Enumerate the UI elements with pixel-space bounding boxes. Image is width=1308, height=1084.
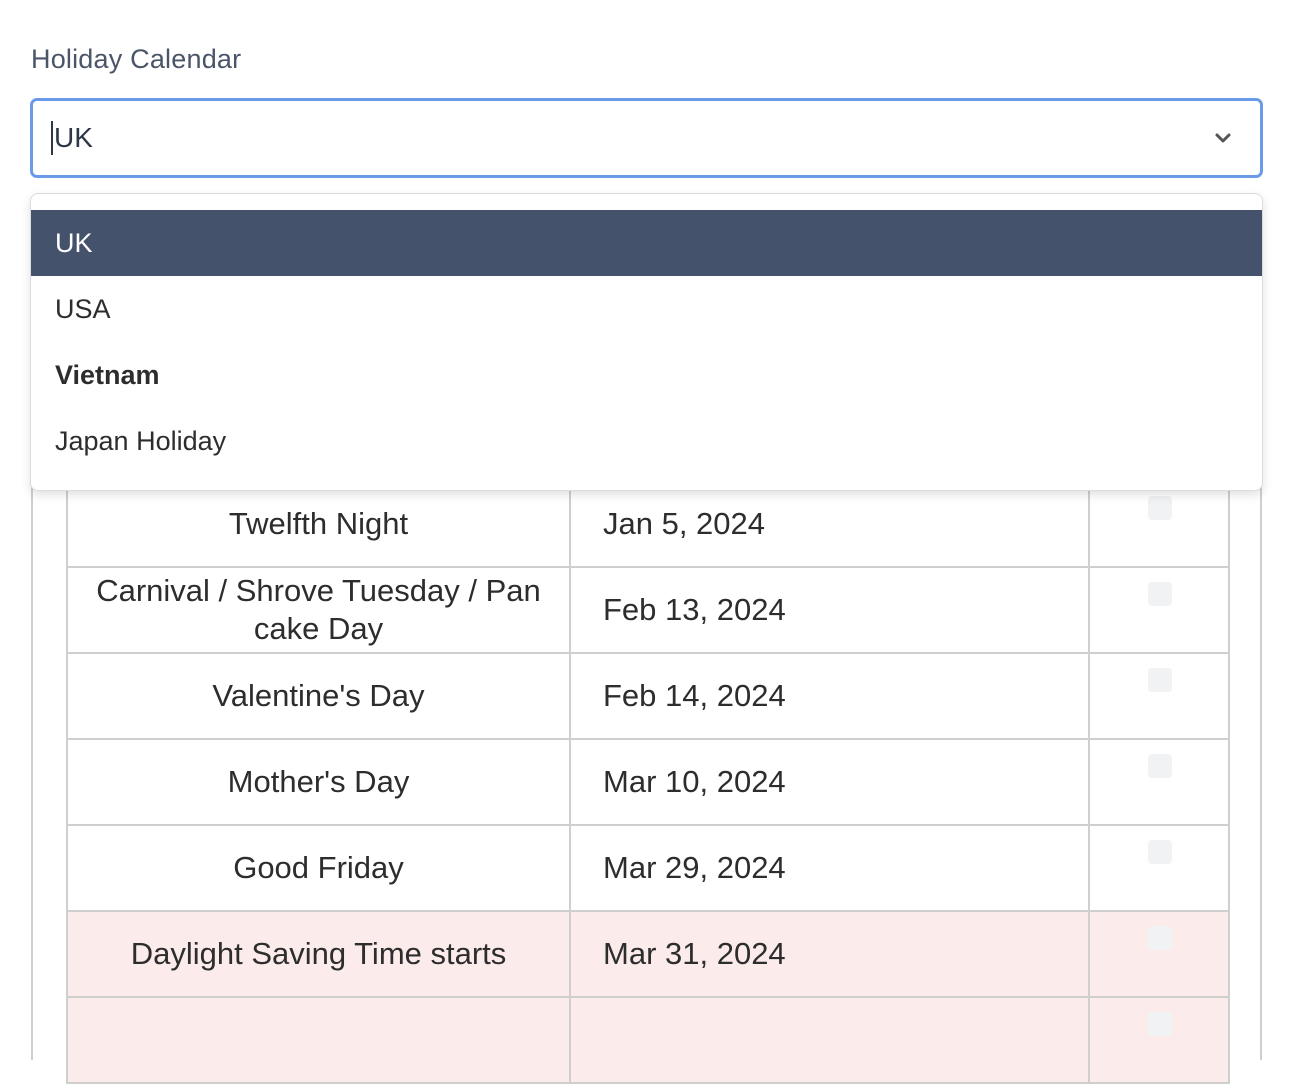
checkbox-cell [1088, 738, 1230, 826]
table-row: Good Friday Mar 29, 2024 [66, 824, 1230, 912]
row-checkbox[interactable] [1148, 668, 1172, 692]
holiday-calendar-dropdown: UK USA Vietnam Japan Holiday [30, 193, 1263, 491]
table-row: Daylight Saving Time starts Mar 31, 2024 [66, 910, 1230, 998]
table-row: Mother's Day Mar 10, 2024 [66, 738, 1230, 826]
table-row: Valentine's Day Feb 14, 2024 [66, 652, 1230, 740]
row-checkbox[interactable] [1148, 496, 1172, 520]
row-checkbox[interactable] [1148, 754, 1172, 778]
select-value[interactable]: UK [51, 121, 93, 155]
holiday-name-cell: Valentine's Day [66, 652, 571, 740]
holiday-date-cell: Mar 10, 2024 [569, 738, 1090, 826]
checkbox-cell [1088, 480, 1230, 568]
checkbox-cell [1088, 652, 1230, 740]
checkbox-cell [1088, 824, 1230, 912]
dropdown-option-japan-holiday[interactable]: Japan Holiday [31, 408, 1262, 474]
holiday-name-cell [66, 996, 571, 1084]
holiday-name-cell: Good Friday [66, 824, 571, 912]
chevron-down-icon[interactable] [1212, 127, 1234, 149]
table-row: Carnival / Shrove Tuesday / Pan cake Day… [66, 566, 1230, 654]
holiday-calendar-label: Holiday Calendar [31, 44, 242, 74]
checkbox-cell [1088, 566, 1230, 654]
dropdown-option-uk[interactable]: UK [31, 210, 1262, 276]
holiday-calendar-select[interactable]: UK [30, 98, 1263, 178]
holiday-name-cell: Mother's Day [66, 738, 571, 826]
row-checkbox[interactable] [1148, 1012, 1172, 1036]
row-checkbox[interactable] [1148, 926, 1172, 950]
holiday-table: Twelfth Night Jan 5, 2024 Carnival / Shrov… [66, 480, 1230, 1084]
row-checkbox[interactable] [1148, 840, 1172, 864]
holiday-name-cell: Carnival / Shrove Tuesday / Pan cake Day [66, 566, 571, 654]
holiday-name-cell: Daylight Saving Time starts [66, 910, 571, 998]
holiday-date-cell: Mar 31, 2024 [569, 910, 1090, 998]
checkbox-cell [1088, 996, 1230, 1084]
dropdown-option-usa[interactable]: USA [31, 276, 1262, 342]
holiday-date-cell: Feb 14, 2024 [569, 652, 1090, 740]
table-row [66, 996, 1230, 1084]
holiday-table-container: Twelfth Night Jan 5, 2024 Carnival / Shrov… [31, 440, 1262, 1084]
dropdown-option-vietnam[interactable]: Vietnam [31, 342, 1262, 408]
checkbox-cell [1088, 910, 1230, 998]
row-checkbox[interactable] [1148, 582, 1172, 606]
holiday-date-cell: Mar 29, 2024 [569, 824, 1090, 912]
holiday-date-cell: Feb 13, 2024 [569, 566, 1090, 654]
holiday-date-cell [569, 996, 1090, 1084]
holiday-date-cell: Jan 5, 2024 [569, 480, 1090, 568]
table-row: Twelfth Night Jan 5, 2024 [66, 480, 1230, 568]
holiday-name-cell: Twelfth Night [66, 480, 571, 568]
